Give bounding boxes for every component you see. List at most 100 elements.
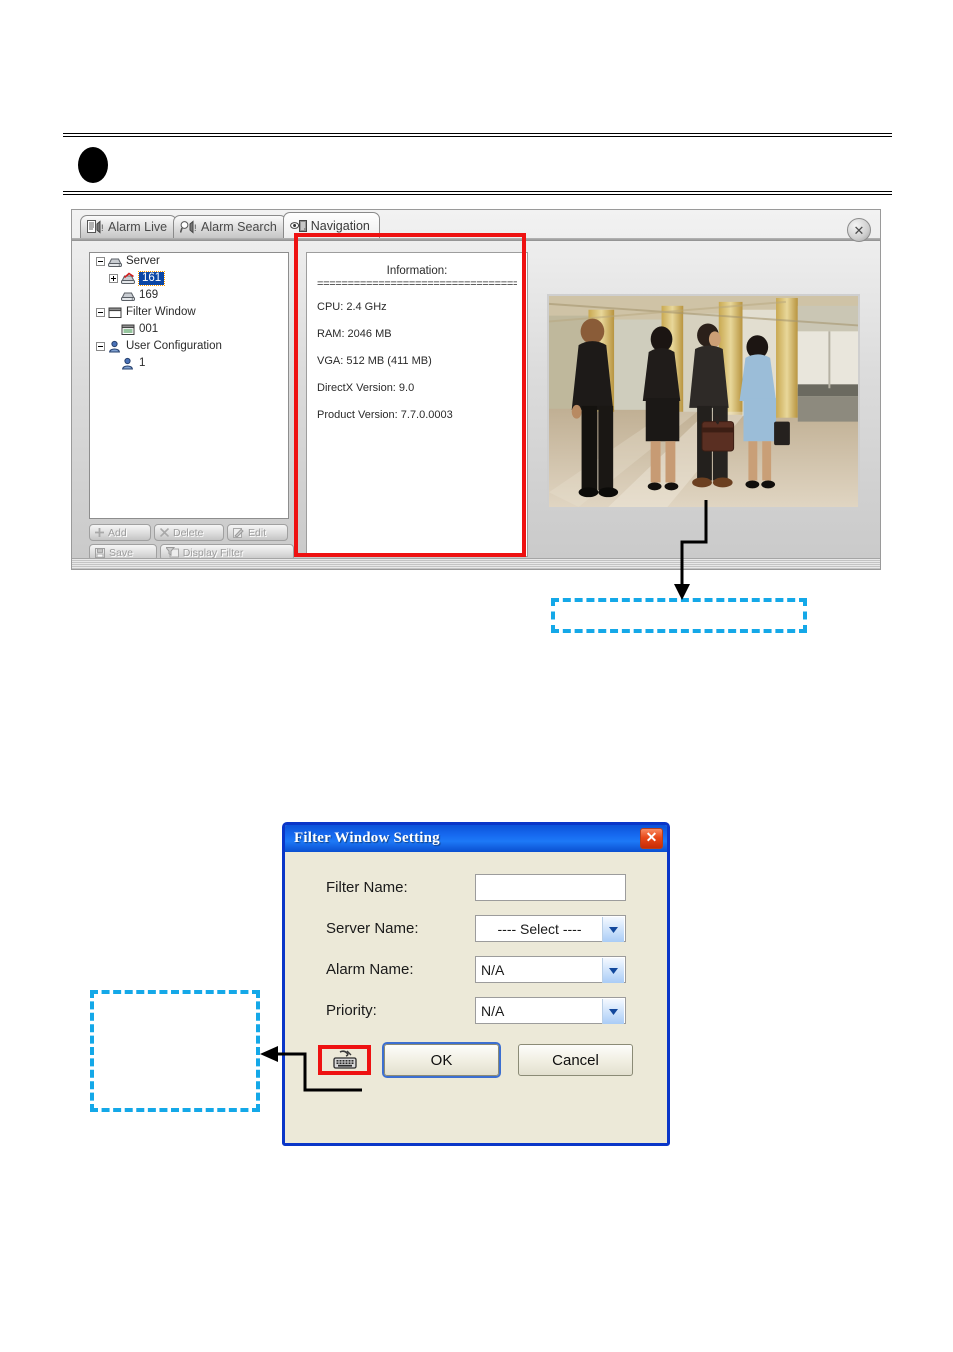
save-button[interactable]: Save xyxy=(89,544,157,561)
form-row-priority: Priority: N/A xyxy=(285,997,667,1024)
filter-name-input[interactable] xyxy=(475,874,626,901)
tree-node-user-1[interactable]: 1 xyxy=(90,355,288,372)
tree-node-label: 1 xyxy=(139,357,146,369)
tree-node-label: 001 xyxy=(139,323,159,335)
svg-text:!: ! xyxy=(101,223,104,233)
dialog-close-button[interactable]: ✕ xyxy=(640,828,663,849)
edit-button[interactable]: Edit xyxy=(227,524,288,541)
button-label: Add xyxy=(108,526,127,539)
tree-node-label: Filter Window xyxy=(126,306,196,318)
tree-node-161[interactable]: 161 xyxy=(90,270,288,287)
tree-expander[interactable] xyxy=(107,274,120,283)
tree-expander[interactable] xyxy=(94,342,107,351)
tree-node-server[interactable]: Server xyxy=(90,253,288,270)
window-close-button[interactable]: ✕ xyxy=(847,218,871,242)
filter-window-icon xyxy=(107,306,123,319)
tree-node-filter-window[interactable]: Filter Window xyxy=(90,304,288,321)
priority-value: N/A xyxy=(481,1002,505,1019)
delete-button[interactable]: Delete xyxy=(154,524,224,541)
tab-navigation[interactable]: Navigation xyxy=(282,212,380,238)
tab-label: Navigation xyxy=(310,218,370,233)
filter-name-label: Filter Name: xyxy=(326,879,408,896)
alarm-name-value: N/A xyxy=(481,961,505,978)
tree-expander[interactable] xyxy=(94,308,107,317)
tab-label: Alarm Live xyxy=(108,220,168,234)
display-filter-button[interactable]: Display Filter xyxy=(159,544,294,561)
floppy-disk-icon xyxy=(95,547,105,558)
alarm-search-icon: ! xyxy=(179,220,197,234)
callout-box-bottom xyxy=(90,990,260,1112)
server-name-value: ---- Select ---- xyxy=(497,920,582,937)
tree-expander[interactable] xyxy=(94,257,107,266)
button-label: Display Filter xyxy=(182,546,244,559)
close-icon: ✕ xyxy=(645,829,658,845)
information-line-ram: RAM: 2046 MB xyxy=(317,328,392,340)
close-icon: ✕ xyxy=(853,222,865,238)
alarm-name-select[interactable]: N/A xyxy=(475,956,626,983)
information-line-cpu: CPU: 2.4 GHz xyxy=(317,301,387,313)
form-row-filter-name: Filter Name: xyxy=(285,874,667,901)
form-row-alarm-name: Alarm Name: N/A xyxy=(285,956,667,983)
tree-toolbar: Add Delete Edit Save Display Filter xyxy=(89,524,297,564)
user-icon xyxy=(120,357,136,370)
photo-callout-connector xyxy=(674,500,708,600)
svg-text:!: ! xyxy=(194,223,197,233)
information-line-vga: VGA: 512 MB (411 MB) xyxy=(317,355,432,367)
information-divider: ========================================… xyxy=(317,278,517,290)
page-header-band xyxy=(63,133,892,195)
server-name-label: Server Name: xyxy=(326,920,419,937)
tab-label: Alarm Search xyxy=(201,220,277,234)
tab-alarm-live[interactable]: ! Alarm Live xyxy=(80,215,178,238)
tab-alarm-search[interactable]: ! Alarm Search xyxy=(173,215,287,238)
alarm-name-label: Alarm Name: xyxy=(326,961,414,978)
keyboard-callout-connector xyxy=(260,1046,362,1092)
filter-window-icon xyxy=(120,323,136,336)
user-icon xyxy=(107,340,123,353)
alarm-live-icon: ! xyxy=(87,220,104,234)
dialog-title: Filter Window Setting xyxy=(294,830,440,846)
cancel-label: Cancel xyxy=(552,1051,599,1069)
toolbar-row-secondary: Save Display Filter xyxy=(89,544,297,561)
section-bullet xyxy=(78,147,108,183)
ok-button[interactable]: OK xyxy=(384,1044,499,1076)
toolbar-row-primary: Add Delete Edit xyxy=(89,524,297,541)
tree-node-label: 169 xyxy=(139,289,159,301)
tree-node-label: 161 xyxy=(137,271,166,286)
priority-label: Priority: xyxy=(326,1002,377,1019)
navigation-eye-icon xyxy=(289,219,307,233)
tree-node-169[interactable]: 169 xyxy=(90,287,288,304)
chevron-down-icon[interactable] xyxy=(602,999,624,1024)
tree-node-001[interactable]: 001 xyxy=(90,321,288,338)
button-label: Edit xyxy=(248,526,267,539)
dialog-titlebar: Filter Window Setting ✕ xyxy=(285,825,667,852)
server-icon xyxy=(107,255,123,268)
button-label: Delete xyxy=(173,526,204,539)
server-icon xyxy=(120,289,136,302)
tree-node-user-configuration[interactable]: User Configuration xyxy=(90,338,288,355)
priority-select[interactable]: N/A xyxy=(475,997,626,1024)
chevron-down-icon[interactable] xyxy=(602,958,624,983)
edit-pencil-icon xyxy=(233,527,244,538)
server-name-select[interactable]: ---- Select ---- xyxy=(475,915,626,942)
form-row-server-name: Server Name: ---- Select ---- xyxy=(285,915,667,942)
tabstrip-underline xyxy=(72,238,880,241)
information-title: Information: xyxy=(386,265,448,277)
video-preview-image xyxy=(547,294,860,509)
tree-node-label: Server xyxy=(126,255,160,267)
server-alarm-icon xyxy=(120,272,136,285)
header-rule-bottom xyxy=(63,191,892,195)
x-icon xyxy=(160,528,169,537)
information-panel: Information: ===========================… xyxy=(306,252,528,557)
button-label: Save xyxy=(109,546,133,559)
chevron-down-icon[interactable] xyxy=(602,917,624,942)
add-button[interactable]: Add xyxy=(89,524,151,541)
cancel-button[interactable]: Cancel xyxy=(518,1044,633,1076)
tree-node-label: User Configuration xyxy=(126,340,222,352)
header-rule-top xyxy=(63,133,892,137)
navigation-tree-panel[interactable]: Server 161 169 Filter Window 001 User Co… xyxy=(89,252,289,519)
dialog-body: Filter Name: Server Name: ---- Select --… xyxy=(285,852,667,1192)
ok-label: OK xyxy=(430,1051,453,1069)
information-line-directx: DirectX Version: 9.0 xyxy=(317,382,415,394)
information-line-product-version: Product Version: 7.7.0.0003 xyxy=(317,409,453,421)
plus-icon xyxy=(95,528,104,537)
